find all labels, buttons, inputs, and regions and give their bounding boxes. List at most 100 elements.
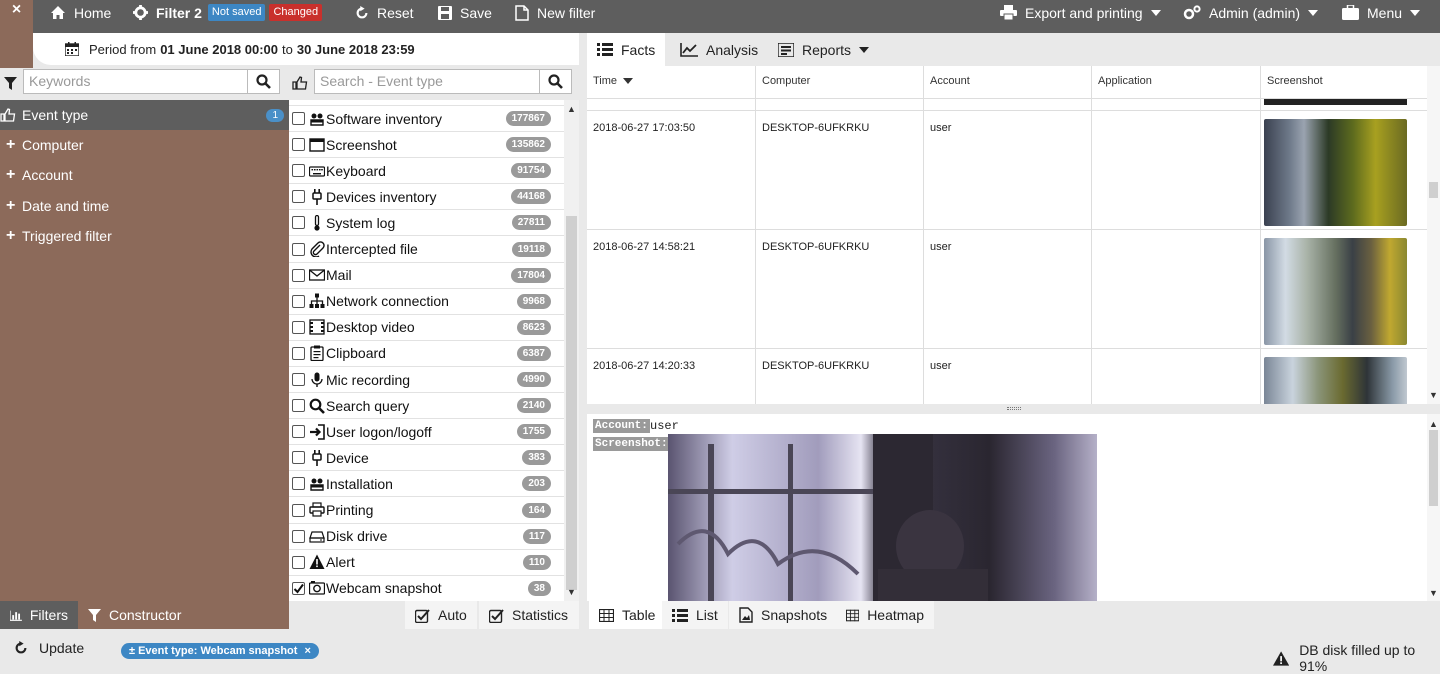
checkbox[interactable]	[292, 216, 305, 230]
table-row[interactable]: 2018-06-27 14:20:33 DESKTOP-6UFKRKU user	[587, 349, 1427, 404]
event-type-label: Clipboard	[326, 345, 386, 362]
horizontal-splitter[interactable]	[587, 404, 1440, 414]
vertical-splitter[interactable]	[579, 33, 587, 601]
tab-heatmap[interactable]: Heatmap	[836, 601, 934, 629]
table-row[interactable]: 2018-06-27 14:58:21 DESKTOP-6UFKRKU user	[587, 230, 1427, 349]
export-printing-menu[interactable]: Export and printing	[1000, 0, 1161, 25]
list-item[interactable]: Mic recording 4990	[289, 367, 564, 393]
screenshot-thumbnail[interactable]	[1264, 99, 1407, 105]
column-header-account[interactable]: Account	[924, 66, 1092, 99]
keywords-input[interactable]: Keywords	[23, 69, 248, 94]
sidebar-item-event-type[interactable]: Event type 1	[0, 100, 289, 130]
list-item[interactable]: Disk drive 117	[289, 524, 564, 550]
keywords-search-button[interactable]	[247, 69, 280, 94]
list-item[interactable]: Installation 203	[289, 471, 564, 498]
checkbox[interactable]	[292, 164, 305, 178]
checkbox[interactable]	[292, 425, 305, 439]
scroll-down-icon[interactable]: ▼	[567, 587, 576, 597]
list-item[interactable]: Software inventory 177867	[289, 106, 564, 132]
tab-list[interactable]: List	[662, 601, 728, 629]
active-filter-chip[interactable]: ± Event type: Webcam snapshot ×	[121, 643, 319, 659]
checkbox[interactable]	[292, 346, 305, 360]
list-item[interactable]: User logon/logoff 1755	[289, 419, 564, 446]
screenshot-thumbnail[interactable]	[1264, 238, 1407, 345]
checkbox[interactable]	[292, 268, 305, 282]
list-item[interactable]: Webcam snapshot 38	[289, 576, 564, 601]
list-item[interactable]: Network connection 9968	[289, 289, 564, 315]
checkbox[interactable]	[292, 190, 305, 204]
checkbox[interactable]	[292, 294, 305, 308]
sidebar-item-triggered-filter[interactable]: + Triggered filter	[0, 221, 289, 251]
update-button[interactable]: Update	[14, 640, 84, 656]
tab-analysis[interactable]: Analysis	[670, 33, 768, 66]
admin-menu[interactable]: Admin (admin)	[1183, 0, 1319, 25]
scroll-thumb[interactable]	[1429, 182, 1438, 198]
scroll-up-icon[interactable]: ▲	[1429, 419, 1438, 429]
main-menu[interactable]: Menu	[1342, 0, 1421, 25]
checkbox[interactable]	[292, 529, 305, 543]
checkbox[interactable]	[292, 373, 305, 386]
list-item[interactable]: Desktop video 8623	[289, 315, 564, 341]
checkbox[interactable]	[292, 138, 305, 152]
save-button[interactable]: Save	[438, 0, 492, 25]
detail-scrollbar[interactable]: ▲ ▼	[1427, 414, 1440, 601]
list-item[interactable]: Printing 164	[289, 498, 564, 524]
sidebar-item-account[interactable]: + Account	[0, 160, 289, 190]
reset-button[interactable]: Reset	[355, 0, 414, 25]
checkbox[interactable]	[292, 581, 305, 595]
list-item[interactable]: Clipboard 6387	[289, 341, 564, 367]
scroll-up-icon[interactable]: ▲	[567, 104, 576, 114]
filter-name[interactable]: Filter 2 Not saved Changed	[133, 0, 323, 25]
list-item[interactable]: Screenshot 135862	[289, 132, 564, 159]
list-item[interactable]: System log 27811	[289, 210, 564, 237]
scroll-thumb[interactable]	[566, 216, 577, 590]
checkbox[interactable]	[292, 242, 305, 256]
list-item[interactable]: Alert 110	[289, 550, 564, 576]
column-header-screenshot[interactable]: Screenshot	[1261, 66, 1427, 99]
list-item[interactable]: Devices inventory 44168	[289, 184, 564, 211]
checkbox[interactable]	[292, 503, 305, 517]
column-header-time[interactable]: Time	[587, 66, 756, 99]
checkbox[interactable]	[292, 399, 305, 413]
tab-reports[interactable]: Reports	[768, 33, 879, 66]
tab-table[interactable]: Table	[589, 601, 666, 629]
list-item[interactable]: Keyboard 91754	[289, 158, 564, 185]
close-button[interactable]: ×	[0, 0, 33, 33]
tab-filters[interactable]: Filters	[0, 601, 78, 629]
checkbox[interactable]	[292, 477, 305, 491]
event-type-search-button[interactable]	[539, 69, 572, 94]
tab-facts[interactable]: Facts	[587, 33, 666, 66]
period-bar[interactable]: Period from 01 June 2018 00:00 to 30 Jun…	[33, 33, 585, 65]
scroll-down-icon[interactable]: ▼	[1429, 390, 1438, 400]
statistics-toggle[interactable]: Statistics	[479, 601, 579, 629]
table-row[interactable]	[587, 99, 1427, 111]
screenshot-thumbnail[interactable]	[1264, 119, 1407, 226]
new-filter-button[interactable]: New filter	[515, 0, 595, 25]
tab-constructor[interactable]: Constructor	[78, 601, 192, 629]
list-item[interactable]: Search query 2140	[289, 393, 564, 420]
list-item[interactable]: Intercepted file 19118	[289, 237, 564, 263]
scroll-down-icon[interactable]: ▼	[1429, 588, 1438, 598]
chip-close-icon[interactable]: ×	[304, 645, 310, 657]
checkbox[interactable]	[292, 112, 305, 125]
home-button[interactable]: Home	[50, 0, 111, 25]
sidebar-item-date-time[interactable]: + Date and time	[0, 191, 289, 221]
scroll-thumb[interactable]	[1429, 430, 1438, 506]
event-type-search-input[interactable]: Search - Event type	[314, 69, 540, 94]
checkbox[interactable]	[292, 451, 305, 465]
checkbox[interactable]	[292, 555, 305, 569]
table-row[interactable]: 2018-06-27 17:03:50 DESKTOP-6UFKRKU user	[587, 111, 1427, 230]
event-list-scrollbar[interactable]: ▲ ▼	[564, 100, 579, 601]
column-header-computer[interactable]: Computer	[756, 66, 924, 99]
checkbox[interactable]	[292, 320, 305, 334]
table-scrollbar[interactable]: ▼	[1427, 66, 1440, 404]
screenshot-thumbnail[interactable]	[1264, 357, 1407, 404]
thumbs-up-icon	[292, 76, 308, 90]
auto-toggle[interactable]: Auto	[405, 601, 477, 629]
webcam-snapshot-image[interactable]	[668, 434, 1097, 601]
list-item[interactable]: Device 383	[289, 445, 564, 472]
column-header-application[interactable]: Application	[1092, 66, 1261, 99]
list-item[interactable]: Mail 17804	[289, 263, 564, 289]
sidebar-item-computer[interactable]: + Computer	[0, 130, 289, 160]
tab-snapshots[interactable]: Snapshots	[729, 601, 838, 629]
